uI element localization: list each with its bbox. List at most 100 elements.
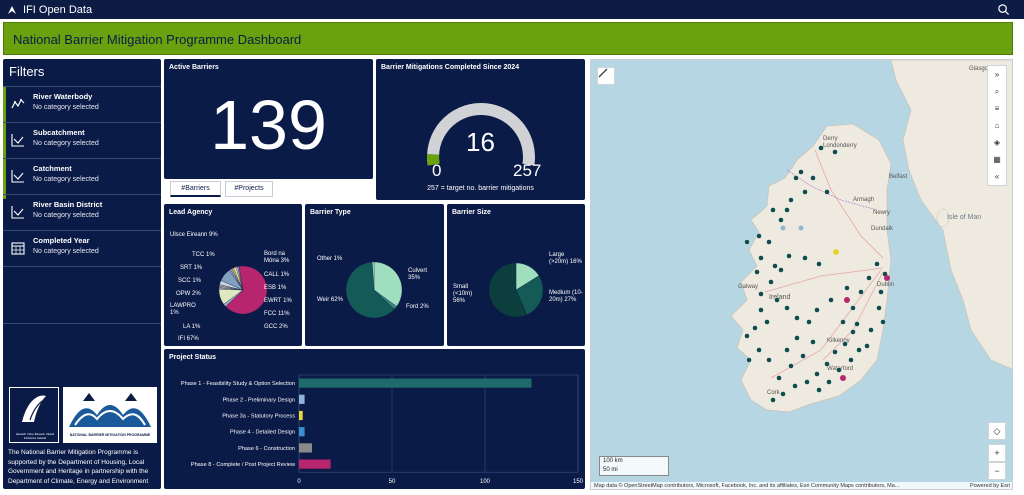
barrier-point bbox=[810, 175, 816, 181]
zoom-out-button[interactable]: − bbox=[988, 462, 1006, 480]
x-tick-label: 100 bbox=[480, 479, 491, 485]
barrier-point-complete bbox=[844, 297, 850, 303]
river-icon bbox=[11, 98, 25, 109]
barrier-point bbox=[800, 353, 806, 359]
mitigations-value: 16 bbox=[466, 127, 495, 157]
status-bar bbox=[299, 378, 532, 388]
filter-subcatchment[interactable]: Subcatchment No category selected bbox=[3, 122, 161, 158]
filter-value: No category selected bbox=[33, 140, 99, 147]
barrier-point bbox=[876, 305, 882, 311]
zoom-in-button[interactable]: + bbox=[988, 444, 1006, 462]
status-bar bbox=[299, 410, 303, 421]
pie-label: Bord na Móna 3% bbox=[264, 251, 290, 264]
map-view[interactable]: Glasgow Derry Londonderry Belfast Armagh… bbox=[590, 59, 1013, 490]
barrier-point bbox=[778, 217, 784, 223]
barrier-point bbox=[772, 263, 778, 269]
mitigations-card: Barrier Mitigations Completed Since 2024… bbox=[376, 59, 585, 200]
nbmp-logo-caption: NATIONAL BARRIER MITIGATION PROGRAMME bbox=[69, 433, 151, 437]
barrier-point bbox=[826, 379, 832, 385]
barrier-point bbox=[850, 329, 856, 335]
search-icon[interactable] bbox=[997, 3, 1010, 16]
active-barriers-card: Active Barriers 139 bbox=[164, 59, 373, 179]
barrier-point bbox=[810, 339, 816, 345]
barrier-point bbox=[858, 289, 864, 295]
status-bar bbox=[299, 394, 305, 404]
barrier-point bbox=[804, 379, 810, 385]
dashboard-banner: National Barrier Mitigation Programme Da… bbox=[3, 22, 1013, 55]
barrier-point bbox=[868, 327, 874, 333]
barrier-type-card: Barrier Type Other 1% Culvert 35% Weir 6… bbox=[305, 204, 444, 346]
category-label: Phase 8 - Complete / Post Project Review bbox=[191, 462, 296, 468]
filter-river-basin-district[interactable]: River Basin District No category selecte… bbox=[3, 194, 161, 230]
pie-label: Other 1% bbox=[317, 256, 343, 262]
x-tick-label: 0 bbox=[297, 479, 301, 485]
nbmp-logo: NATIONAL BARRIER MITIGATION PROGRAMME bbox=[63, 387, 157, 443]
compass-button[interactable]: ◇ bbox=[988, 422, 1006, 440]
ifi-logo-caption: Iascach Intíre Éireann Inland Fisheries … bbox=[15, 432, 55, 440]
home-icon[interactable]: ⌂ bbox=[988, 117, 1006, 134]
sponsor-logos: Iascach Intíre Éireann Inland Fisheries … bbox=[7, 387, 157, 443]
barrier-point bbox=[824, 189, 830, 195]
map-toolbar: » ⌕ ≡ ⌂ ◈ ▦ « bbox=[987, 65, 1007, 186]
measure-tool-button[interactable] bbox=[597, 67, 615, 85]
collapse-icon[interactable]: « bbox=[988, 168, 1006, 185]
nbmp-wave-logo-icon bbox=[69, 393, 151, 427]
search-icon[interactable]: ⌕ bbox=[988, 83, 1006, 100]
category-label: Phase 1 - Feasibility Study & Option Sel… bbox=[181, 381, 295, 387]
barrier-point bbox=[784, 305, 790, 311]
filter-completed-year[interactable]: Completed Year No category selected bbox=[3, 230, 161, 266]
ruler-icon bbox=[598, 68, 608, 78]
programme-about-text: The National Barrier Mitigation Programm… bbox=[8, 449, 149, 485]
pie-label: ESB 1% bbox=[264, 285, 287, 291]
tab-barriers[interactable]: #Barriers bbox=[170, 181, 221, 197]
list-icon[interactable]: ≡ bbox=[988, 100, 1006, 117]
pie-label: LAWPRO 1% bbox=[170, 303, 196, 316]
barrier-point bbox=[754, 269, 760, 275]
gauge-target-note: 257 = target no. barrier mitigations bbox=[427, 185, 534, 192]
filter-river-waterbody[interactable]: River Waterbody No category selected bbox=[3, 86, 161, 122]
barrier-point bbox=[806, 319, 812, 325]
barrier-point bbox=[832, 149, 838, 155]
barrier-point bbox=[840, 319, 846, 325]
barrier-point bbox=[794, 335, 800, 341]
barrier-point bbox=[828, 297, 834, 303]
chart-line-icon bbox=[11, 206, 24, 219]
barrier-point bbox=[818, 145, 824, 151]
pie-label: OPW 2% bbox=[176, 291, 201, 297]
chart-line-icon bbox=[11, 134, 24, 147]
scale-mi: 50 mi bbox=[603, 467, 618, 473]
filter-value: No category selected bbox=[33, 104, 99, 111]
barrier-point bbox=[770, 397, 776, 403]
barrier-size-pie bbox=[488, 262, 544, 318]
barrier-point bbox=[764, 319, 770, 325]
layers-icon[interactable]: ◈ bbox=[988, 134, 1006, 151]
filter-value: No category selected bbox=[33, 176, 99, 183]
barrier-point bbox=[744, 333, 750, 339]
powered-by-esri[interactable]: Powered by Esri bbox=[970, 482, 1010, 489]
status-bar bbox=[299, 459, 331, 469]
category-label: Phase 4 - Detailed Design bbox=[230, 430, 295, 436]
expand-icon[interactable]: » bbox=[988, 66, 1006, 83]
pie-label: Weir 62% bbox=[317, 297, 343, 303]
filter-name: Completed Year bbox=[33, 236, 90, 245]
barrier-point bbox=[836, 367, 842, 373]
barrier-point bbox=[746, 357, 752, 363]
filter-catchment[interactable]: Catchment No category selected bbox=[3, 158, 161, 194]
barrier-point bbox=[758, 291, 764, 297]
barrier-point bbox=[802, 255, 808, 261]
status-bar bbox=[299, 427, 305, 437]
ifi-logo-icon bbox=[8, 5, 16, 14]
barrier-point bbox=[756, 233, 762, 239]
pie-label: IFI 67% bbox=[178, 336, 199, 342]
tab-projects[interactable]: #Projects bbox=[225, 181, 273, 197]
barrier-point bbox=[816, 261, 822, 267]
barrier-point bbox=[784, 207, 790, 213]
pie-label: Medium (10-20m) 27% bbox=[549, 290, 583, 303]
barrier-point bbox=[864, 343, 870, 349]
gauge-min-label: 0 bbox=[432, 161, 442, 180]
barrier-point bbox=[844, 285, 850, 291]
basemap-icon[interactable]: ▦ bbox=[988, 151, 1006, 168]
barrier-point-design bbox=[798, 225, 804, 231]
barrier-points-layer[interactable] bbox=[591, 60, 1013, 490]
lead-agency-card: Lead Agency Ulsce Eireann 9% TCC 1% SRT … bbox=[164, 204, 302, 346]
